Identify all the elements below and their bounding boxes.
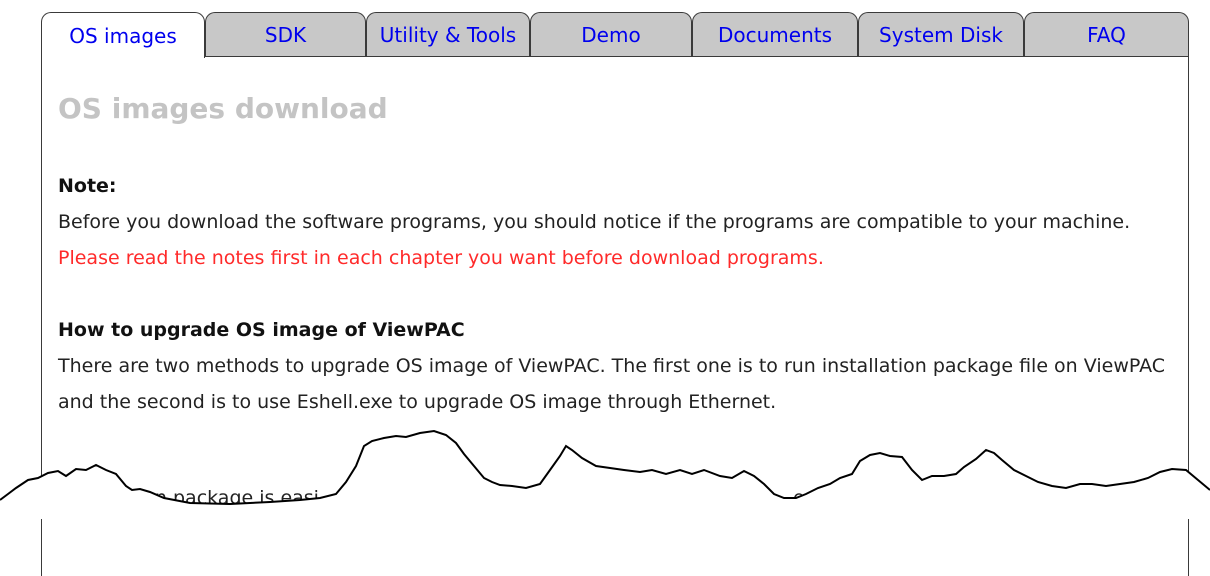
tab-bar: OS images SDK Utility & Tools Demo Docum… [0, 0, 1210, 60]
note-heading: Note: [58, 175, 117, 197]
cut-text-fragment: e [793, 487, 805, 509]
tab-documents[interactable]: Documents [692, 12, 858, 56]
cut-text-fragment: OS i [498, 487, 537, 509]
note-text: Before you download the software program… [58, 211, 1131, 233]
tab-label: FAQ [1087, 22, 1126, 47]
tab-label: Utility & Tools [379, 22, 517, 47]
cut-text-fragment: ion package is easi [138, 487, 319, 509]
tab-sdk[interactable]: SDK [205, 12, 366, 56]
tab-utility-tools[interactable]: Utility & Tools [366, 12, 530, 56]
upgrade-heading: How to upgrade OS image of ViewPAC [58, 319, 465, 341]
note-warning: Please read the notes first in each chap… [58, 247, 824, 269]
main-content: Note: Before you download the software p… [58, 168, 1168, 420]
tab-faq[interactable]: FAQ [1024, 12, 1189, 56]
tab-label: Demo [581, 22, 641, 47]
tab-label: SDK [264, 22, 307, 47]
tab-system-disk[interactable]: System Disk [858, 12, 1024, 56]
upgrade-paragraph: There are two methods to upgrade OS imag… [58, 355, 1166, 413]
page-title: OS images download [58, 92, 388, 125]
tab-demo[interactable]: Demo [530, 12, 692, 56]
tab-label: System Disk [879, 22, 1003, 47]
tab-label: Documents [717, 22, 833, 47]
note-paragraph: Before you download the software program… [58, 204, 1168, 276]
tab-label: OS images [69, 23, 177, 48]
tab-os-images[interactable]: OS images [41, 12, 205, 58]
